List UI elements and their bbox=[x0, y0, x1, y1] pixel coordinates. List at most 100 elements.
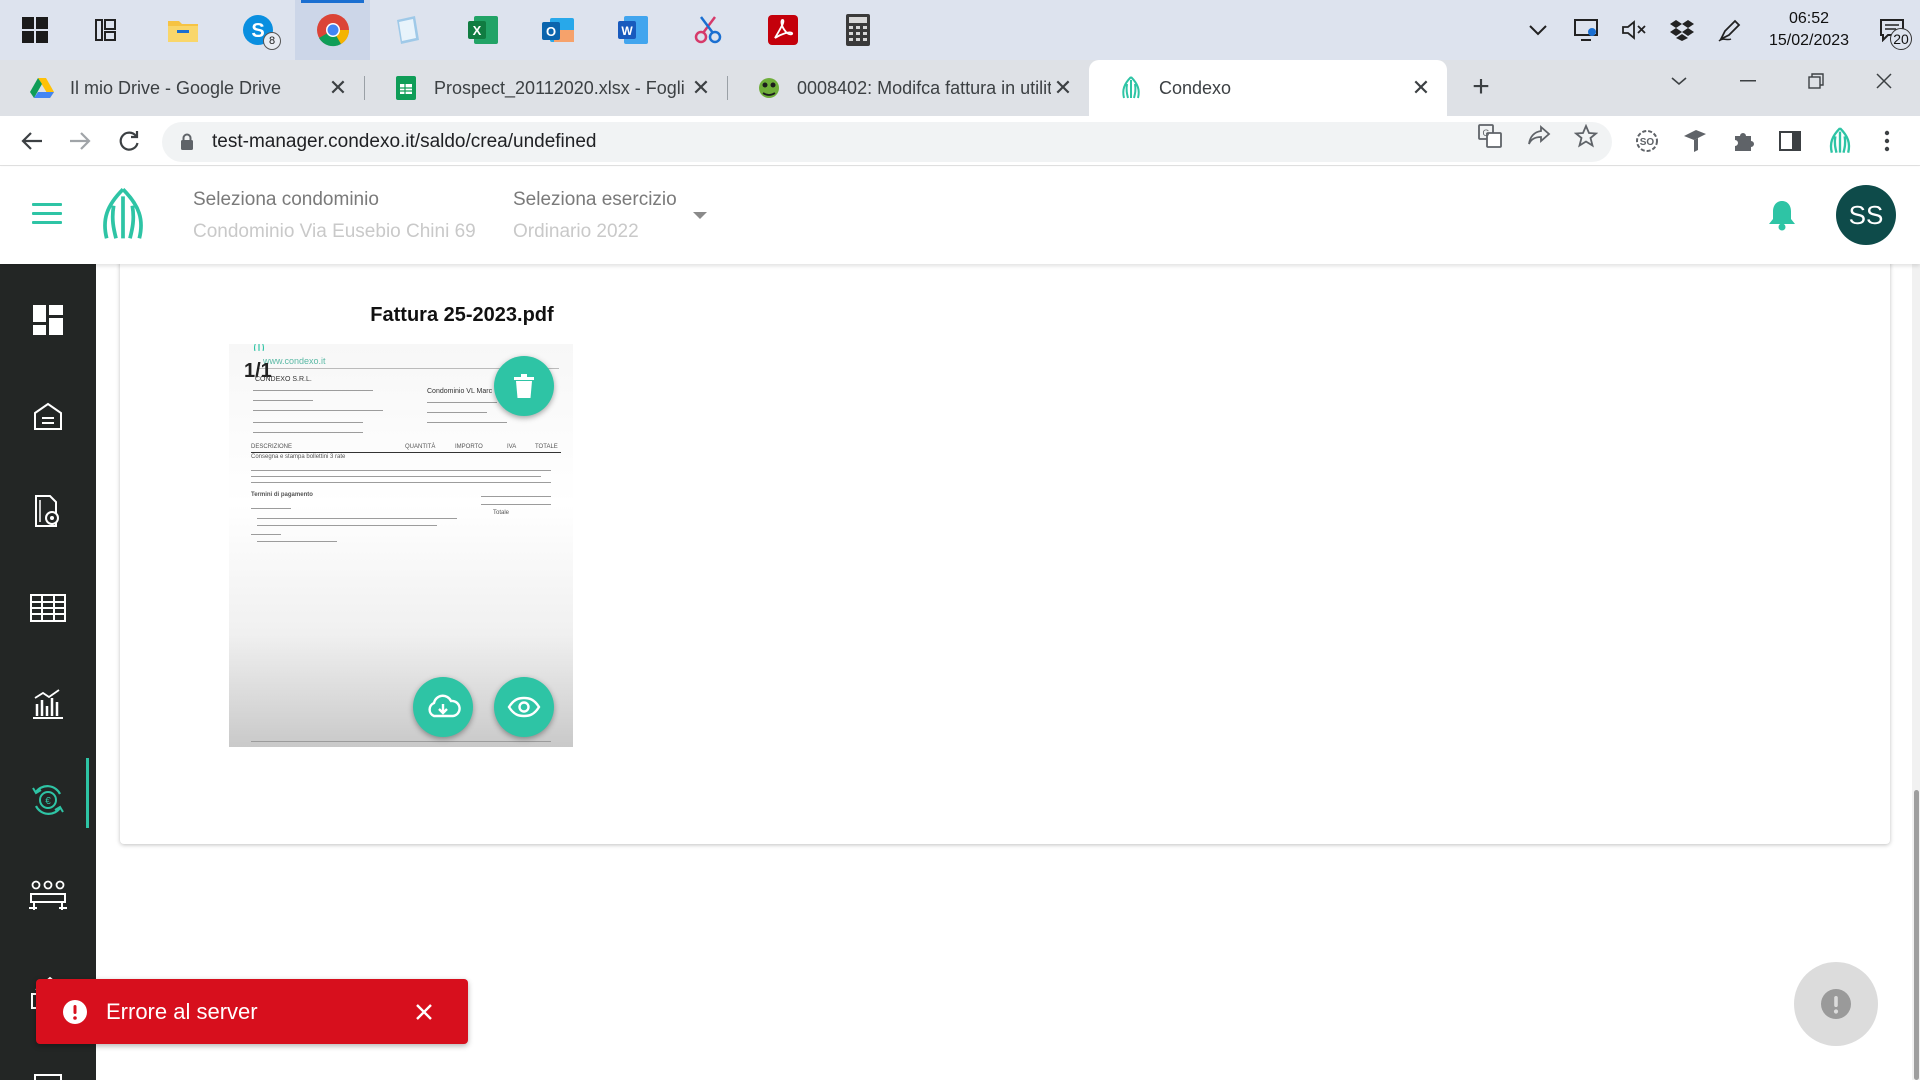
eye-icon bbox=[507, 696, 541, 718]
pdf-preview[interactable]: www.condexo.it 1/1 CONDEXO S.R.L. Condom… bbox=[229, 344, 573, 747]
notepad-icon bbox=[396, 16, 419, 44]
esercizio-selector[interactable]: Seleziona esercizio Ordinario 2022 bbox=[513, 189, 677, 243]
tray-clock[interactable]: 06:52 15/02/2023 bbox=[1754, 8, 1864, 52]
clock-time: 06:52 bbox=[1788, 10, 1830, 27]
notification-center-button[interactable]: 20 bbox=[1864, 0, 1920, 60]
arrow-right-icon bbox=[70, 132, 91, 150]
sidebar-item-documenti[interactable] bbox=[0, 477, 96, 547]
exclamation-circle-icon bbox=[1821, 989, 1851, 1019]
tray-volume[interactable] bbox=[1610, 0, 1658, 60]
close-icon[interactable]: ✕ bbox=[1051, 75, 1075, 100]
address-bar[interactable]: test-manager.condexo.it/saldo/crea/undef… bbox=[162, 122, 1612, 162]
sidebar-item-saldo[interactable]: € bbox=[0, 765, 96, 835]
sidebar-item-report[interactable] bbox=[0, 1053, 96, 1080]
toast-close-button[interactable] bbox=[410, 998, 438, 1026]
side-panel-button[interactable] bbox=[1775, 126, 1805, 156]
sidebar-item-tabelle[interactable] bbox=[0, 573, 96, 643]
browser-menu-button[interactable] bbox=[1872, 126, 1902, 156]
extension-seo-button[interactable]: SO bbox=[1632, 126, 1662, 156]
preview-line bbox=[253, 390, 373, 391]
chevron-down-icon[interactable] bbox=[693, 212, 707, 219]
table-icon bbox=[30, 594, 66, 622]
delete-button[interactable] bbox=[494, 356, 554, 416]
svg-text:W: W bbox=[621, 24, 633, 38]
app-header: Seleziona condominio Condominio Via Euse… bbox=[0, 167, 1920, 264]
forward-button[interactable] bbox=[64, 125, 96, 157]
arrow-left-icon bbox=[21, 132, 42, 150]
extension-tag-button[interactable] bbox=[1680, 126, 1710, 156]
close-icon[interactable]: ✕ bbox=[326, 75, 350, 100]
folder-icon bbox=[167, 21, 198, 42]
reload-button[interactable] bbox=[113, 125, 145, 157]
taskbar-skype[interactable]: S 8 bbox=[220, 0, 295, 60]
toast-message: Errore al server bbox=[106, 998, 258, 1024]
tray-pen[interactable] bbox=[1706, 0, 1754, 60]
reload-icon bbox=[119, 131, 139, 151]
taskbar-task-view[interactable] bbox=[70, 0, 145, 60]
close-window-button[interactable] bbox=[1850, 60, 1918, 102]
tab-google-sheets[interactable]: Prospect_20112020.xlsx - Fogli Google ✕ bbox=[364, 60, 727, 116]
condexo-logo-icon bbox=[1119, 76, 1143, 100]
windows-start-button[interactable] bbox=[0, 0, 70, 60]
taskbar-acrobat[interactable] bbox=[745, 0, 820, 60]
taskbar-notepad[interactable] bbox=[370, 0, 445, 60]
minimize-button[interactable] bbox=[1714, 60, 1782, 102]
extensions-button[interactable] bbox=[1728, 126, 1758, 156]
taskbar-calculator[interactable] bbox=[820, 0, 895, 60]
taskbar-snipping-tool[interactable] bbox=[670, 0, 745, 60]
taskbar-outlook[interactable]: O bbox=[520, 0, 595, 60]
condominio-selector[interactable]: Seleziona condominio Condominio Via Euse… bbox=[193, 189, 476, 243]
tab-google-drive[interactable]: Il mio Drive - Google Drive ✕ bbox=[0, 60, 364, 116]
preview-website: www.condexo.it bbox=[263, 356, 326, 366]
taskbar-file-explorer[interactable] bbox=[145, 0, 220, 60]
condexo-logo[interactable] bbox=[95, 187, 151, 243]
tag-extension-icon bbox=[1684, 130, 1706, 152]
cloud-download-icon bbox=[428, 694, 461, 718]
bookmark-button[interactable] bbox=[1572, 122, 1600, 150]
preview-line bbox=[253, 432, 363, 433]
sidebar-item-dashboard[interactable] bbox=[0, 285, 96, 355]
restore-button[interactable] bbox=[1782, 60, 1850, 102]
svg-text:€: € bbox=[45, 796, 51, 807]
tray-dropbox[interactable] bbox=[1658, 0, 1706, 60]
taskbar-excel[interactable]: X bbox=[445, 0, 520, 60]
star-icon bbox=[1574, 124, 1598, 148]
tab-title: Prospect_20112020.xlsx - Fogli Google bbox=[434, 77, 689, 98]
help-button[interactable] bbox=[1794, 962, 1878, 1046]
tab-search-button[interactable] bbox=[1645, 60, 1713, 102]
tray-display[interactable] bbox=[1562, 0, 1610, 60]
close-icon[interactable]: ✕ bbox=[689, 75, 713, 100]
view-button[interactable] bbox=[494, 677, 554, 737]
tab-mantis-issue[interactable]: 0008402: Modifca fattura in utilità ✕ bbox=[727, 60, 1089, 116]
back-button[interactable] bbox=[16, 125, 48, 157]
preview-row-item: Consegna e stampa bollettini 3 rate bbox=[251, 454, 346, 460]
notification-count: 20 bbox=[1890, 28, 1912, 50]
tray-overflow-button[interactable] bbox=[1514, 0, 1562, 60]
svg-text:SO: SO bbox=[1640, 137, 1655, 148]
condexo-watermark-icon bbox=[253, 344, 265, 351]
tab-condexo[interactable]: Condexo ✕ bbox=[1089, 60, 1447, 116]
preview-total-header: TOTALE bbox=[535, 444, 558, 450]
taskbar-word[interactable]: W bbox=[595, 0, 670, 60]
translate-button[interactable]: G bbox=[1476, 122, 1504, 150]
download-button[interactable] bbox=[413, 677, 473, 737]
sidebar-item-banca[interactable] bbox=[0, 669, 96, 739]
scrollbar-thumb[interactable] bbox=[1914, 790, 1919, 1080]
svg-text:X: X bbox=[472, 23, 481, 38]
preview-line bbox=[251, 534, 281, 535]
taskbar-chrome[interactable] bbox=[295, 0, 370, 60]
sidebar-item-assemblee[interactable] bbox=[0, 861, 96, 931]
sidebar-item-condomini[interactable] bbox=[0, 381, 96, 451]
share-button[interactable] bbox=[1525, 122, 1553, 150]
close-icon[interactable]: ✕ bbox=[1409, 75, 1433, 100]
user-avatar[interactable]: SS bbox=[1836, 185, 1896, 245]
error-toast: Errore al server bbox=[36, 979, 468, 1044]
notifications-bell-icon[interactable] bbox=[1767, 199, 1797, 231]
report-icon bbox=[34, 1074, 62, 1080]
preview-line bbox=[251, 508, 291, 509]
profile-button[interactable] bbox=[1825, 126, 1855, 156]
preview-line bbox=[257, 518, 457, 519]
menu-icon[interactable] bbox=[32, 203, 62, 227]
windows-taskbar: S 8 X O W 06:52 15/02/2023 20 bbox=[0, 0, 1920, 60]
new-tab-button[interactable]: + bbox=[1466, 72, 1496, 103]
